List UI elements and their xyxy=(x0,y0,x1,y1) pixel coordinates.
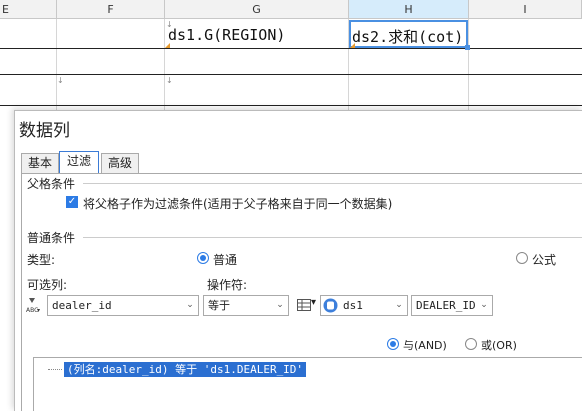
cell-g1[interactable]: ds1.G(REGION) xyxy=(168,26,285,44)
chevron-down-icon[interactable]: ▾ xyxy=(311,297,316,308)
expand-down-icon: ↓ xyxy=(166,76,173,85)
condition-item[interactable]: (列名:dealer_id) 等于 'ds1.DEALER_ID' xyxy=(64,362,307,377)
type-formula-radio[interactable] xyxy=(516,252,528,264)
column-header-f[interactable]: F xyxy=(57,0,165,19)
chevron-down-icon: ⌄ xyxy=(480,300,488,310)
database-icon xyxy=(323,298,338,313)
chevron-down-icon: ⌄ xyxy=(395,300,403,310)
column-header-g[interactable]: G xyxy=(165,0,349,19)
svg-text:▾: ▾ xyxy=(37,307,40,314)
dataset-select[interactable]: ds1 ⌄ xyxy=(320,295,408,316)
logic-or-label: 或(OR) xyxy=(481,339,517,352)
dataset-select-value: ds1 xyxy=(343,299,363,312)
optional-columns-label: 可选列: xyxy=(27,278,68,292)
type-normal-radio[interactable] xyxy=(197,252,209,264)
column-select[interactable]: dealer_id ⌄ xyxy=(47,295,199,316)
tab-basic[interactable]: 基本 xyxy=(21,153,59,173)
logic-and-radio[interactable] xyxy=(387,338,399,350)
chevron-down-icon: ⌄ xyxy=(276,300,284,310)
column-select-value: dealer_id xyxy=(52,299,112,312)
column-type-icon: ABC ▾ xyxy=(26,296,46,314)
column-header-i[interactable]: I xyxy=(469,0,582,19)
group-divider xyxy=(83,183,582,184)
dataset-column-select-value: DEALER_ID xyxy=(416,299,476,312)
operator-label: 操作符: xyxy=(207,278,248,292)
normal-condition-label: 普通条件 xyxy=(27,231,76,245)
table-grid-icon[interactable] xyxy=(297,299,311,311)
type-formula-label: 公式 xyxy=(532,253,557,267)
type-label: 类型: xyxy=(27,253,56,267)
tab-advanced[interactable]: 高级 xyxy=(101,153,139,173)
chevron-down-icon: ⌄ xyxy=(186,300,194,310)
data-column-dialog: 数据列 基本 过滤 高级 父格条件 ✓ 将父格子作为过滤条件(适用于父子格来自于… xyxy=(14,110,582,411)
column-header-e[interactable]: E xyxy=(0,0,57,19)
parent-condition-label: 父格条件 xyxy=(27,177,76,191)
condition-list: (列名:dealer_id) 等于 'ds1.DEALER_ID' xyxy=(33,357,582,411)
parent-filter-checkbox-label: 将父格子作为过滤条件(适用于父子格来自于同一个数据集) xyxy=(83,197,393,211)
logic-and-label: 与(AND) xyxy=(403,339,447,352)
logic-or-radio[interactable] xyxy=(465,338,477,350)
expand-down-icon: ↓ xyxy=(57,76,64,85)
column-header-h[interactable]: H xyxy=(349,0,469,19)
cell-h1[interactable]: ds2.求和(cot) xyxy=(352,26,463,47)
type-normal-label: 普通 xyxy=(213,253,238,267)
tab-filter[interactable]: 过滤 xyxy=(59,151,99,173)
parent-filter-checkbox[interactable]: ✓ xyxy=(66,196,78,208)
group-divider xyxy=(83,237,582,238)
operator-select-value: 等于 xyxy=(208,299,230,312)
dataset-column-select[interactable]: DEALER_ID ⌄ xyxy=(411,295,493,316)
operator-select[interactable]: 等于 ⌄ xyxy=(203,295,289,316)
grid-line xyxy=(0,48,582,49)
fill-handle[interactable] xyxy=(465,45,470,50)
dialog-title: 数据列 xyxy=(19,121,70,141)
grid-line xyxy=(0,74,582,75)
grid-line xyxy=(0,105,582,106)
tree-connector xyxy=(48,369,62,371)
